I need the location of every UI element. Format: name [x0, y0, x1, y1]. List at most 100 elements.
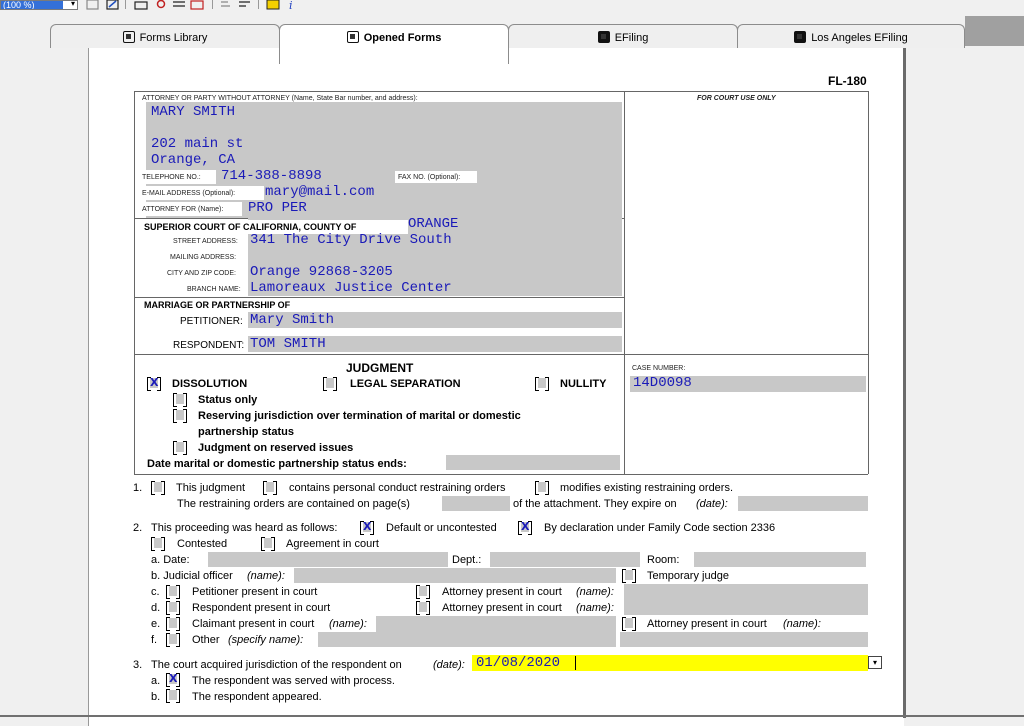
status-only-label: Status only: [198, 394, 258, 406]
chevron-down-icon: ▾: [872, 658, 877, 667]
edit-icon[interactable]: [106, 0, 120, 10]
attorney-present-checkbox-3[interactable]: [622, 617, 636, 631]
status-divider: [0, 715, 1024, 717]
other-checkbox[interactable]: [166, 633, 180, 647]
item1-pages-field[interactable]: [442, 496, 510, 511]
toolbar-divider: [125, 0, 126, 9]
tab-label: EFiling: [614, 32, 649, 44]
attorney-present-checkbox-2[interactable]: [416, 601, 430, 615]
branch-value[interactable]: Lamoreaux Justice Center: [250, 281, 452, 295]
item2-text-a: This proceeding was heard as follows:: [151, 522, 338, 534]
parties-bottom: [134, 354, 868, 355]
attorney-name-field-1[interactable]: [624, 584, 868, 615]
fax-label: FAX NO. (Optional):: [398, 174, 461, 181]
dissolution-checkbox[interactable]: X: [147, 376, 161, 391]
contested-checkbox[interactable]: [151, 537, 165, 551]
declaration-checkbox[interactable]: X: [518, 520, 532, 535]
email-value[interactable]: mary@mail.com: [265, 185, 374, 199]
item1-number: 1.: [133, 482, 143, 494]
tab-opened-forms[interactable]: Opened Forms: [279, 24, 509, 64]
other-spec-label: (specify name):: [228, 634, 304, 646]
item2f-letter: f.: [151, 634, 158, 646]
status-only-checkbox[interactable]: [173, 393, 187, 407]
agreement-label: Agreement in court: [286, 538, 379, 550]
telephone-value[interactable]: 714-388-8898: [221, 169, 322, 183]
marriage-label: MARRIAGE OR PARTNERSHIP OF: [144, 300, 291, 310]
claimant-present-checkbox[interactable]: [166, 617, 180, 631]
box-top: [134, 91, 868, 92]
tab-bar-filler: [965, 16, 1024, 46]
item1-text-d: The restraining orders are contained on …: [177, 498, 410, 510]
dept-field[interactable]: [490, 552, 640, 567]
date-ends-field[interactable]: [446, 455, 620, 470]
list-icon[interactable]: [238, 0, 252, 10]
case-number-value: 14D0098: [633, 375, 692, 391]
attorney-for-value[interactable]: PRO PER: [248, 201, 307, 215]
legal-separation-checkbox[interactable]: [323, 377, 337, 391]
nullity-checkbox[interactable]: [535, 377, 549, 391]
zoom-select[interactable]: (100 %) ▾: [0, 0, 78, 10]
city-value[interactable]: Orange 92868-3205: [250, 265, 393, 279]
county-value[interactable]: ORANGE: [408, 217, 458, 231]
date-label: a. Date:: [151, 554, 190, 566]
reserving-label-1: Reserving jurisdiction over termination …: [198, 410, 521, 422]
other-name-field[interactable]: [318, 632, 616, 647]
served-checkbox[interactable]: X: [166, 672, 180, 687]
reserving-checkbox[interactable]: [173, 409, 187, 423]
form-icon[interactable]: [266, 0, 280, 10]
attorney-label: ATTORNEY OR PARTY WITHOUT ATTORNEY (Name…: [142, 95, 418, 102]
claimant-present-label: Claimant present in court: [192, 618, 315, 630]
declaration-label: By declaration under Family Code section…: [544, 522, 776, 534]
calendar-icon[interactable]: [190, 0, 204, 10]
respondent-label: RESPONDENT:: [173, 340, 245, 351]
item1-modifies-checkbox[interactable]: [535, 481, 549, 495]
judicial-officer-field[interactable]: [294, 568, 616, 583]
item2c-letter: c.: [151, 586, 160, 598]
reserved-issues-checkbox[interactable]: [173, 441, 187, 455]
agreement-checkbox[interactable]: [261, 537, 275, 551]
judicial-name-label: (name):: [247, 570, 285, 582]
attorney-name-field-3[interactable]: [620, 632, 868, 647]
court-use-label: FOR COURT USE ONLY: [697, 95, 776, 102]
appeared-label: The respondent appeared.: [192, 691, 322, 703]
room-field[interactable]: [694, 552, 866, 567]
item3-date-label: (date):: [433, 659, 465, 671]
appeared-checkbox[interactable]: [166, 689, 180, 703]
temp-judge-checkbox[interactable]: [622, 569, 636, 583]
date-dropdown-button[interactable]: ▾: [868, 656, 882, 669]
respondent-present-label: Respondent present in court: [192, 602, 331, 614]
efiling-icon: [597, 31, 610, 43]
align-icon[interactable]: [220, 0, 234, 10]
checkbox-tool-icon[interactable]: [172, 0, 186, 10]
mailing-label: MAILING ADDRESS:: [170, 254, 237, 261]
zoom-value: (100 %): [1, 1, 63, 9]
attorney-present-checkbox-1[interactable]: [416, 585, 430, 599]
city-label: CITY AND ZIP CODE:: [167, 270, 236, 277]
respondent-present-checkbox[interactable]: [166, 601, 180, 615]
hearing-date-field[interactable]: [208, 552, 448, 567]
served-label: The respondent was served with process.: [192, 675, 395, 687]
box-left: [134, 91, 135, 474]
date-ends-label: Date marital or domestic partnership sta…: [147, 458, 407, 470]
default-checkbox[interactable]: X: [360, 520, 374, 535]
item3a-letter: a.: [151, 675, 161, 687]
attorney-address1: 202 main st: [151, 136, 244, 152]
info-icon[interactable]: i: [286, 0, 300, 10]
legal-separation-label: LEGAL SEPARATION: [350, 378, 461, 390]
item1-text-c: modifies existing restraining orders.: [560, 482, 734, 494]
case-number-label: CASE NUMBER:: [632, 365, 686, 372]
jurisdiction-date-value: 01/08/2020: [476, 655, 561, 671]
pdf-icon[interactable]: [154, 0, 168, 10]
item1-checkbox[interactable]: [151, 481, 165, 495]
form-id: FL-180: [828, 74, 867, 88]
item3-text: The court acquired jurisdiction of the r…: [151, 659, 402, 671]
nav-icon[interactable]: [86, 0, 100, 10]
item3-number: 3.: [133, 659, 143, 671]
print-icon[interactable]: [134, 0, 148, 10]
tab-label: Opened Forms: [363, 32, 442, 44]
petitioner-present-checkbox[interactable]: [166, 585, 180, 599]
street-value[interactable]: 341 The City Drive South: [250, 233, 452, 247]
temp-judge-label: Temporary judge: [647, 570, 729, 582]
item1-expire-date-field[interactable]: [738, 496, 868, 511]
item1-contains-checkbox[interactable]: [263, 481, 277, 495]
